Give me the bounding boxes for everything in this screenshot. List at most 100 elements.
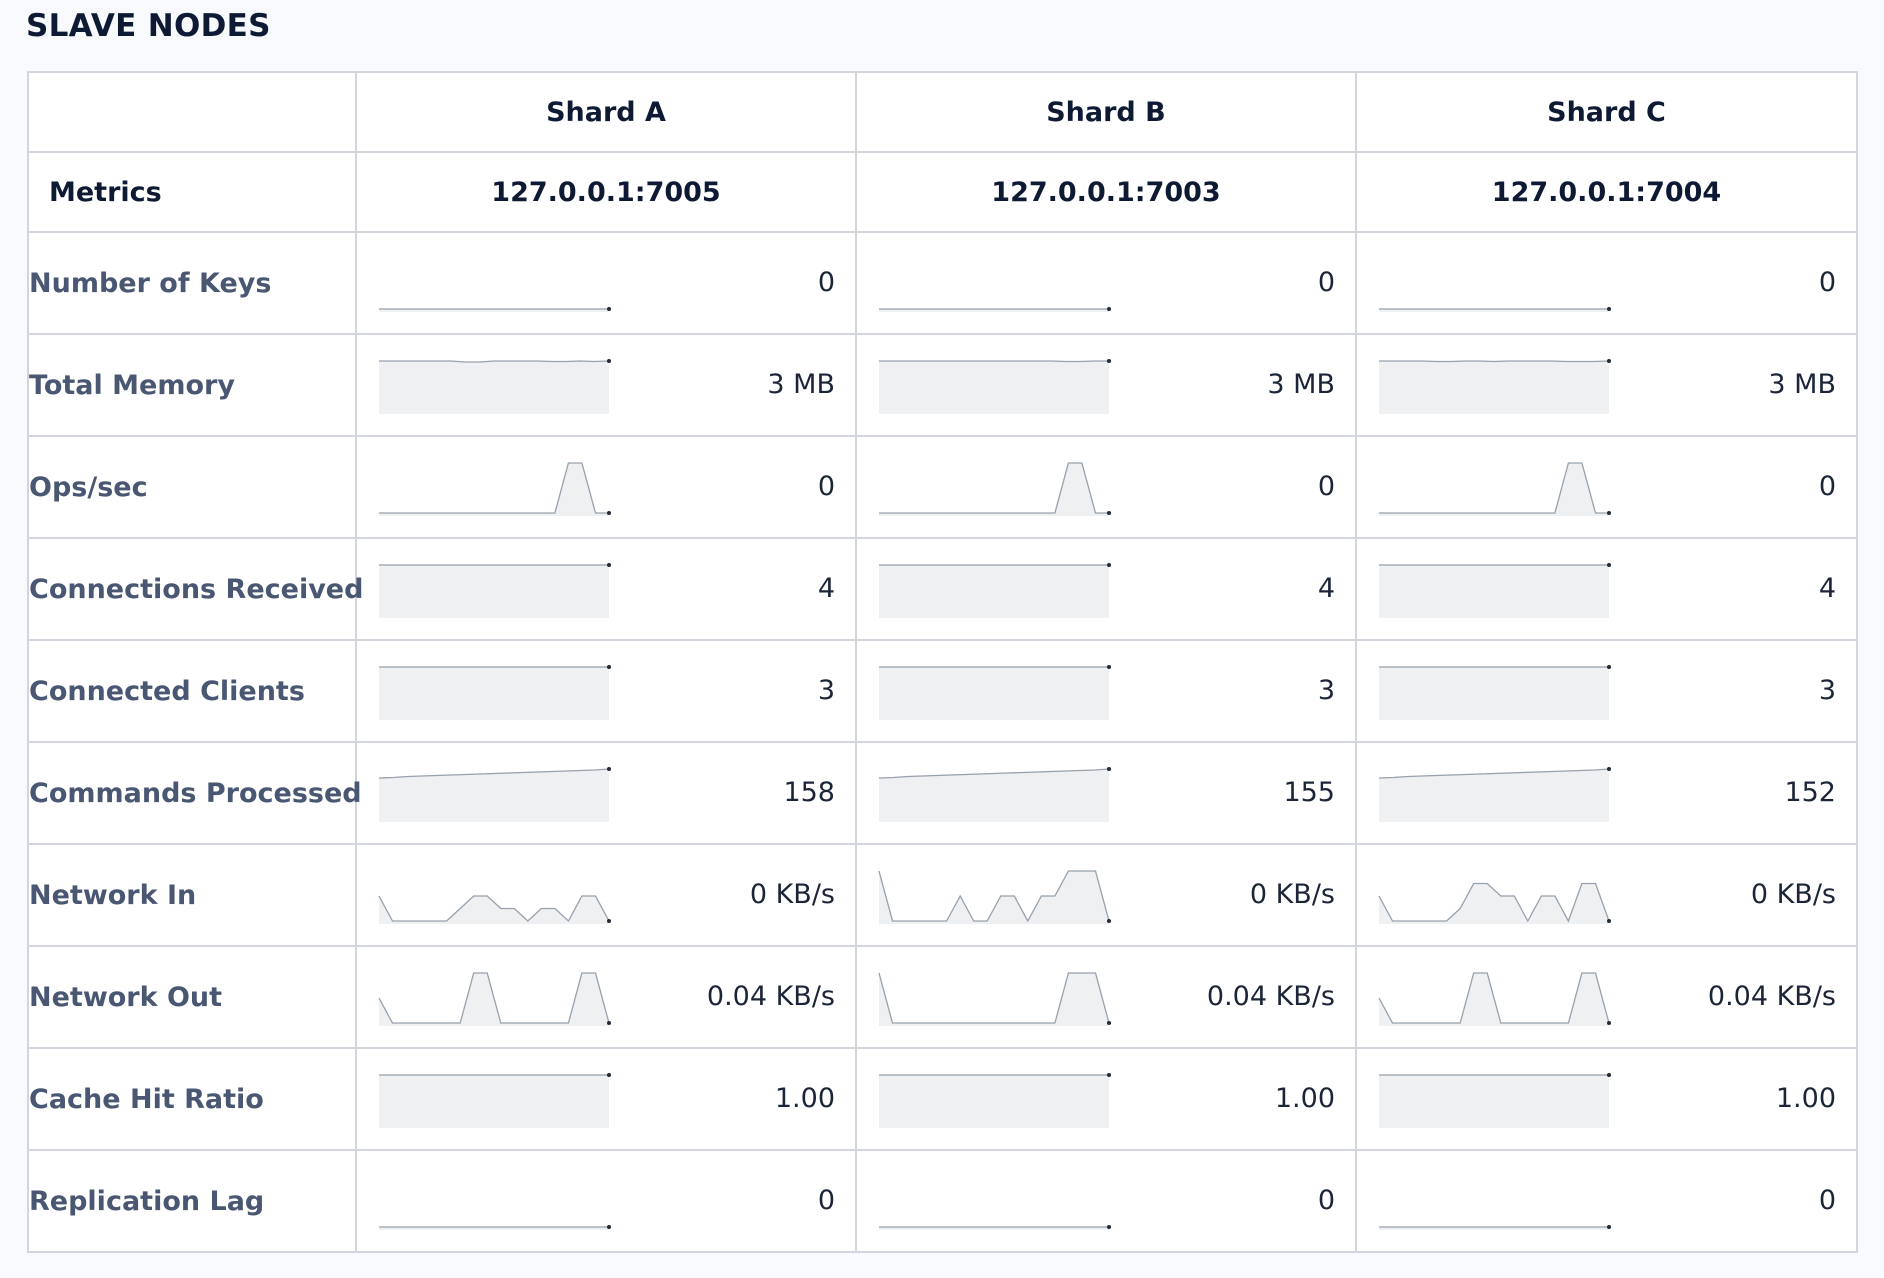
sparkline-chart (878, 767, 1111, 822)
sparkline-last-point (1107, 919, 1111, 923)
sparkline-chart (379, 462, 611, 516)
sparkline-last-point (1607, 1021, 1611, 1025)
sparkline-chart (879, 563, 1111, 618)
sparkline-area (879, 463, 1109, 516)
metric-label: Cache Hit Ratio (27, 1047, 357, 1151)
sparkline-last-point (1107, 665, 1111, 669)
metric-row: Number of Keys 0 0 0 (27, 231, 1858, 335)
sparkline-last-point (607, 511, 611, 515)
sparkline-area (879, 1075, 1109, 1128)
metric-value: 0 (1317, 1185, 1335, 1216)
metric-label: Ops/sec (27, 435, 357, 539)
shard-a-metric-cell: 3 (355, 639, 857, 743)
shard-a-header: Shard A (355, 71, 857, 153)
metric-value: 0 (1317, 471, 1335, 502)
metric-row: Connected Clients 3 3 3 (27, 639, 1858, 743)
shard-c-metric-cell: 0 (1355, 435, 1858, 539)
sparkline-last-point (607, 563, 611, 567)
metric-value: 0 KB/s (749, 879, 835, 910)
sparkline-chart (1379, 1073, 1611, 1128)
metric-value: 3 MB (1768, 369, 1836, 400)
metric-value: 0 (817, 1185, 835, 1216)
metric-row: Commands Processed 158 155 152 (27, 741, 1858, 845)
shard-b-metric-cell: 0.04 KB/s (855, 945, 1357, 1049)
metric-value: 3 (1818, 675, 1836, 706)
shard-b-metric-cell: 0 (855, 435, 1357, 539)
sparkline-last-point (607, 919, 611, 923)
sparkline-area (879, 871, 1109, 924)
metric-row: Cache Hit Ratio 1.00 1.00 1.00 (27, 1047, 1858, 1151)
metric-value: 4 (1317, 573, 1335, 604)
sparkline-last-point (1607, 1073, 1611, 1077)
metric-value: 0 (1317, 267, 1335, 298)
sparkline-chart (879, 359, 1111, 414)
sparkline-chart (879, 1225, 1111, 1230)
sparkline-chart (379, 359, 611, 414)
shard-b-metric-cell: 0 (855, 231, 1357, 335)
sparkline-area (379, 361, 609, 414)
metric-value: 3 MB (767, 369, 835, 400)
metric-rows: Number of Keys 0 0 0 Total Memory 3 MB 3 MB 3 M… (27, 231, 1858, 1253)
sparkline-chart (378, 972, 611, 1026)
metric-value: 0.04 KB/s (706, 981, 835, 1012)
slave-nodes-table: Shard A Shard B Shard C Metrics 127.0.0.… (27, 71, 1858, 1253)
sparkline-last-point (607, 359, 611, 363)
sparkline-chart (1379, 1225, 1611, 1230)
shard-a-metric-cell: 1.00 (355, 1047, 857, 1151)
metric-row: Ops/sec 0 0 0 (27, 435, 1858, 539)
shard-c-metric-cell: 0 (1355, 1149, 1858, 1253)
metric-label: Number of Keys (27, 231, 357, 335)
sparkline-chart (879, 1073, 1111, 1128)
sparkline-chart (379, 665, 611, 720)
sparkline-last-point (607, 1225, 611, 1229)
shard-c-metric-cell: 152 (1355, 741, 1858, 845)
sparkline-chart (379, 563, 611, 618)
metric-value: 152 (1784, 777, 1836, 808)
shard-c-metric-cell: 0 (1355, 231, 1858, 335)
sparkline-last-point (1607, 665, 1611, 669)
shard-name-header-row: Shard A Shard B Shard C (27, 71, 1858, 153)
shard-c-metric-cell: 0 KB/s (1355, 843, 1858, 947)
metric-label: Network Out (27, 945, 357, 1049)
shard-b-metric-cell: 1.00 (855, 1047, 1357, 1151)
metric-value: 0 (1818, 471, 1836, 502)
metric-label: Connected Clients (27, 639, 357, 743)
sparkline-last-point (1107, 307, 1111, 311)
sparkline-line (1379, 360, 1610, 363)
metric-value: 3 MB (1267, 369, 1335, 400)
shard-a-metric-cell: 0 (355, 1149, 857, 1253)
sparkline-chart (1379, 359, 1611, 414)
sparkline-last-point (1607, 767, 1611, 771)
sparkline-last-point (1607, 359, 1611, 363)
sparkline-last-point (1107, 511, 1111, 515)
metric-label: Replication Lag (27, 1149, 357, 1253)
sparkline-chart (379, 307, 611, 312)
shard-b-metric-cell: 155 (855, 741, 1357, 845)
shard-a-metric-cell: 3 MB (355, 333, 857, 437)
shard-a-address: 127.0.0.1:7005 (355, 151, 857, 233)
metrics-label: Metrics (27, 151, 357, 233)
metric-value: 0 (1818, 267, 1836, 298)
sparkline-area (879, 667, 1109, 720)
metric-label: Commands Processed (27, 741, 362, 845)
sparkline-area (379, 667, 609, 720)
shard-address-header-row: Metrics 127.0.0.1:7005 127.0.0.1:7003 12… (27, 151, 1858, 233)
metric-row: Connections Received 4 4 4 (27, 537, 1858, 641)
sparkline-area (1379, 1075, 1609, 1128)
metric-value: 0.04 KB/s (1707, 981, 1836, 1012)
sparkline-chart (879, 665, 1111, 720)
metric-value: 158 (783, 777, 835, 808)
sparkline-chart (1379, 307, 1611, 312)
sparkline-last-point (1107, 1021, 1111, 1025)
metric-value: 0 (1818, 1185, 1836, 1216)
sparkline-chart (879, 307, 1111, 312)
metric-value: 0 KB/s (1249, 879, 1335, 910)
shard-a-metric-cell: 0.04 KB/s (355, 945, 857, 1049)
sparkline-last-point (1107, 359, 1111, 363)
metric-value: 1.00 (1274, 1083, 1335, 1114)
sparkline-last-point (1607, 919, 1611, 923)
shard-a-metric-cell: 0 (355, 435, 857, 539)
sparkline-last-point (1607, 511, 1611, 515)
sparkline-last-point (607, 767, 611, 771)
metric-value: 0.04 KB/s (1206, 981, 1335, 1012)
